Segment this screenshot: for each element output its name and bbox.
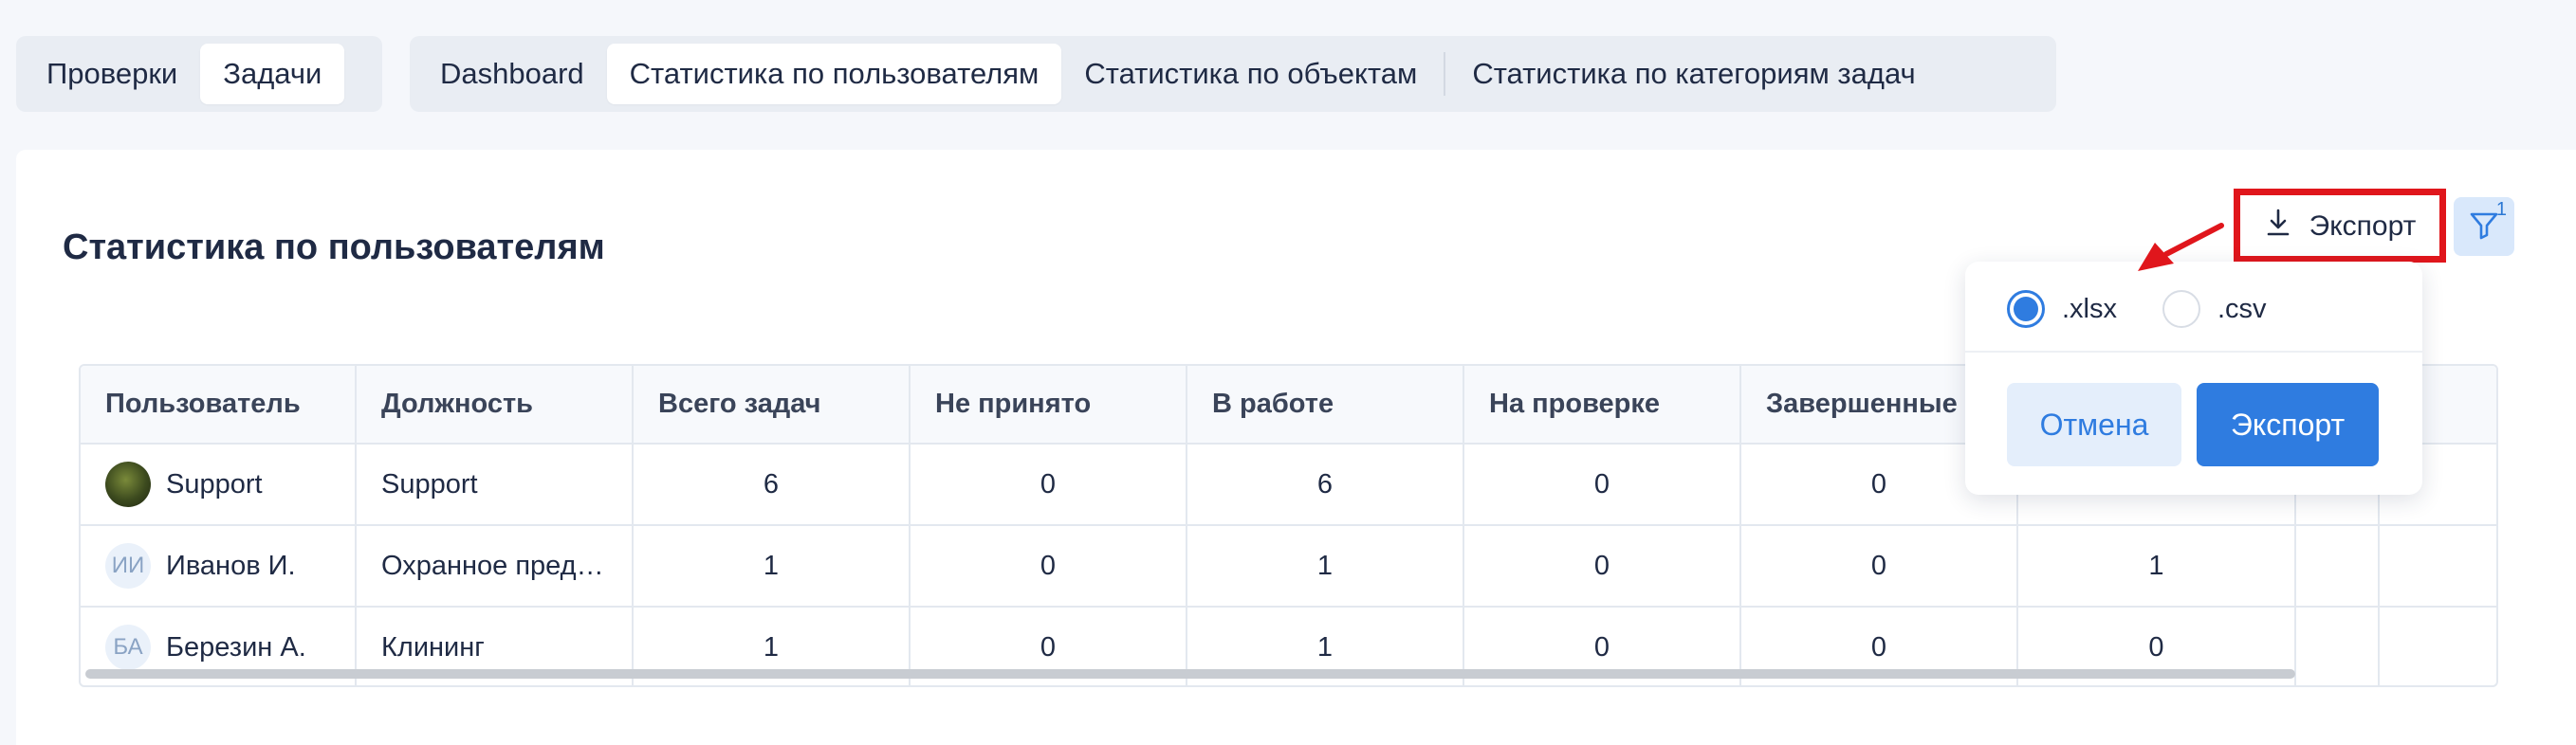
in-progress-cell: 6 — [1187, 444, 1464, 526]
table-cell: 1 — [2017, 525, 2296, 608]
tab-tasks[interactable]: Задачи — [200, 44, 345, 104]
main-section-tabs: Проверки Задачи — [16, 36, 382, 112]
radio-csv[interactable] — [2162, 290, 2200, 328]
user-name: Березин А. — [166, 631, 306, 663]
column-header-under-review[interactable]: На проверке — [1463, 366, 1741, 445]
column-header-in-progress[interactable]: В работе — [1187, 366, 1464, 445]
under-review-cell: 0 — [1463, 444, 1741, 526]
user-name: Support — [166, 468, 263, 500]
tab-divider — [1444, 52, 1446, 96]
radio-xlsx[interactable] — [2007, 290, 2045, 328]
cancel-button[interactable]: Отмена — [2007, 383, 2181, 466]
under-review-cell: 0 — [1463, 525, 1741, 608]
statistics-tabs: Dashboard Статистика по пользователям Ст… — [410, 36, 2056, 112]
horizontal-scrollbar[interactable] — [85, 669, 2295, 679]
export-format-popover: .xlsx .csv Отмена Экспорт — [1965, 262, 2422, 495]
tab-checks[interactable]: Проверки — [24, 44, 200, 104]
page-title: Статистика по пользователям — [63, 227, 605, 267]
in-progress-cell: 1 — [1187, 525, 1464, 608]
not-accepted-cell: 0 — [910, 444, 1187, 526]
export-button[interactable]: Экспорт — [2237, 192, 2442, 261]
user-position: Support — [356, 444, 634, 526]
format-label-xlsx: .xlsx — [2062, 293, 2117, 324]
table-cell — [2379, 525, 2496, 608]
column-header-total-tasks[interactable]: Всего задач — [633, 366, 911, 445]
tab-dashboard[interactable]: Dashboard — [417, 44, 607, 104]
table-cell — [2379, 607, 2496, 685]
column-header-position[interactable]: Должность — [356, 366, 634, 445]
total-tasks-cell: 1 — [633, 525, 911, 608]
export-button-label: Экспорт — [2309, 210, 2417, 242]
avatar: ИИ — [105, 543, 151, 589]
total-tasks-cell: 6 — [633, 444, 911, 526]
table-cell — [2295, 607, 2380, 685]
column-header-user[interactable]: Пользователь — [81, 366, 357, 445]
table-cell — [2295, 525, 2380, 608]
not-accepted-cell: 0 — [910, 525, 1187, 608]
completed-cell: 0 — [1740, 525, 2018, 608]
column-header-not-accepted[interactable]: Не принято — [910, 366, 1187, 445]
download-icon — [2264, 208, 2292, 245]
confirm-export-button[interactable]: Экспорт — [2197, 383, 2379, 466]
format-options: .xlsx .csv — [2007, 290, 2267, 328]
tab-category-statistics[interactable]: Статистика по категориям задач — [1449, 44, 1938, 104]
tab-user-statistics[interactable]: Статистика по пользователям — [606, 44, 1062, 104]
filter-count-badge: 1 — [2495, 199, 2507, 220]
user-name: Иванов И. — [166, 550, 296, 581]
filter-button[interactable]: 1 — [2454, 197, 2514, 256]
tab-object-statistics[interactable]: Статистика по объектам — [1061, 44, 1440, 104]
avatar: БА — [105, 625, 151, 670]
user-position: Охранное предп... — [356, 525, 634, 608]
avatar — [105, 462, 151, 507]
table-row[interactable]: ИИ Иванов И. Охранное предп... 1 0 1 0 0 … — [81, 525, 2496, 608]
popover-divider — [1965, 351, 2422, 353]
format-label-csv: .csv — [2217, 293, 2267, 324]
